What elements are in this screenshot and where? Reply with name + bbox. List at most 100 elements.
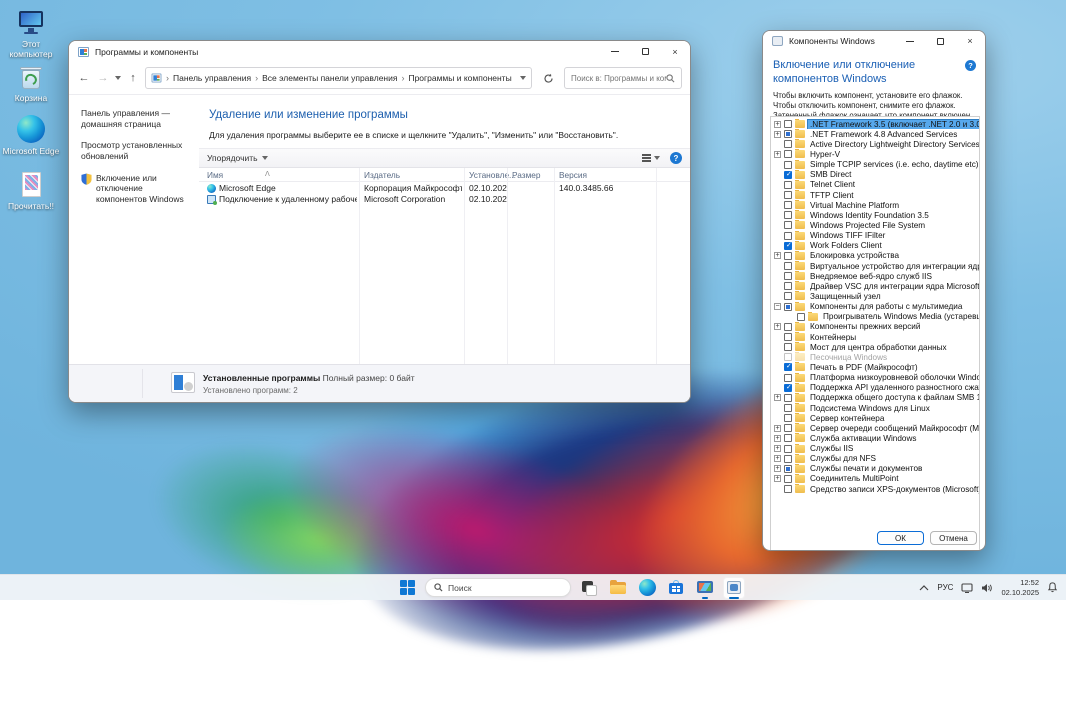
- feature-checkbox[interactable]: [784, 384, 792, 392]
- feature-checkbox[interactable]: [784, 455, 792, 463]
- table-row[interactable]: Microsoft EdgeКорпорация Майкрософт02.10…: [199, 183, 690, 194]
- feature-checkbox[interactable]: [784, 262, 792, 270]
- dialog-maximize-button[interactable]: [925, 31, 955, 51]
- dialog-minimize-button[interactable]: [895, 31, 925, 51]
- sidebar-item-installed-updates[interactable]: Просмотр установленных обновлений: [81, 140, 193, 161]
- feature-checkbox[interactable]: [784, 140, 792, 148]
- tree-item[interactable]: +Песочница Windows: [771, 352, 979, 362]
- tree-item[interactable]: +Подсистема Windows для Linux: [771, 403, 979, 413]
- expand-icon[interactable]: +: [774, 252, 781, 259]
- expand-icon[interactable]: +: [774, 455, 781, 462]
- tree-item[interactable]: +Соединитель MultiPoint: [771, 474, 979, 484]
- feature-checkbox[interactable]: [784, 161, 792, 169]
- breadcrumb-segment[interactable]: Панель управления: [173, 73, 251, 83]
- feature-checkbox[interactable]: [784, 201, 792, 209]
- tree-item[interactable]: +Печать в PDF (Майкрософт): [771, 362, 979, 372]
- breadcrumb-segment[interactable]: Все элементы панели управления: [262, 73, 397, 83]
- ok-button[interactable]: ОК: [877, 531, 924, 545]
- tree-item[interactable]: +Службы для NFS: [771, 454, 979, 464]
- cancel-button[interactable]: Отмена: [930, 531, 977, 545]
- up-button[interactable]: ↑: [126, 72, 140, 84]
- view-mode-chevron-icon[interactable]: [654, 156, 660, 163]
- feature-checkbox[interactable]: [784, 434, 792, 442]
- feature-checkbox[interactable]: [784, 191, 792, 199]
- tree-item[interactable]: +SMB Direct: [771, 170, 979, 180]
- expand-icon[interactable]: +: [774, 445, 781, 452]
- tree-item[interactable]: +Средство записи XPS-документов (Microso…: [771, 484, 979, 494]
- organize-button[interactable]: Упорядочить: [207, 153, 258, 163]
- windows-features-taskbar-button[interactable]: [723, 577, 745, 599]
- column-header-publisher[interactable]: Издатель: [364, 170, 400, 180]
- tree-item[interactable]: +TFTP Client: [771, 190, 979, 200]
- feature-checkbox[interactable]: [784, 343, 792, 351]
- desktop-icon-edge[interactable]: Microsoft Edge: [2, 114, 60, 157]
- feature-checkbox[interactable]: [784, 292, 792, 300]
- dialog-close-button[interactable]: ×: [955, 31, 985, 51]
- forward-button[interactable]: →: [96, 72, 110, 84]
- expand-icon[interactable]: +: [774, 121, 781, 128]
- desktop-icon-readme[interactable]: Прочитать!!: [2, 170, 60, 212]
- feature-checkbox[interactable]: [784, 252, 792, 260]
- expand-icon[interactable]: +: [774, 394, 781, 401]
- tree-item[interactable]: +Telnet Client: [771, 180, 979, 190]
- tree-item[interactable]: −Компоненты для работы с мультимедиа: [771, 302, 979, 312]
- taskbar-search[interactable]: Поиск: [425, 578, 571, 597]
- feature-checkbox[interactable]: [784, 323, 792, 331]
- collapse-icon[interactable]: −: [774, 303, 781, 310]
- tree-item[interactable]: +Windows Projected File System: [771, 220, 979, 230]
- sidebar-item-windows-features[interactable]: Включение или отключение компонентов Win…: [81, 173, 193, 205]
- tree-item[interactable]: +Сервер очереди сообщений Майкрософт (MS…: [771, 423, 979, 433]
- expand-icon[interactable]: +: [774, 475, 781, 482]
- feature-checkbox[interactable]: [784, 363, 792, 371]
- tree-item[interactable]: +Windows Identity Foundation 3.5: [771, 210, 979, 220]
- tray-chevron-up-icon[interactable]: [919, 585, 929, 591]
- column-header-version[interactable]: Версия: [559, 170, 587, 180]
- tree-item[interactable]: +Виртуальное устройство для интеграции я…: [771, 261, 979, 271]
- feature-checkbox[interactable]: [784, 242, 792, 250]
- tree-item[interactable]: +Служба активации Windows: [771, 433, 979, 443]
- table-row[interactable]: Подключение к удаленному рабочему столуM…: [199, 194, 690, 205]
- tree-item[interactable]: +.NET Framework 3.5 (включает .NET 2.0 и…: [771, 119, 979, 129]
- close-button[interactable]: ×: [660, 41, 690, 62]
- expand-icon[interactable]: +: [774, 425, 781, 432]
- minimize-button[interactable]: [600, 41, 630, 62]
- column-header-name[interactable]: Имя: [207, 170, 223, 180]
- tree-item[interactable]: +Защищенный узел: [771, 291, 979, 301]
- feature-checkbox[interactable]: [784, 171, 792, 179]
- expand-icon[interactable]: +: [774, 151, 781, 158]
- tree-item[interactable]: +Сервер контейнера: [771, 413, 979, 423]
- dialog-title-bar[interactable]: Компоненты Windows ×: [763, 31, 985, 51]
- tree-item[interactable]: +Контейнеры: [771, 332, 979, 342]
- address-bar[interactable]: ›Панель управления›Все элементы панели у…: [145, 67, 532, 89]
- feature-checkbox[interactable]: [797, 313, 805, 321]
- feature-checkbox[interactable]: [784, 150, 792, 158]
- feature-checkbox[interactable]: [784, 445, 792, 453]
- feature-checkbox[interactable]: [784, 333, 792, 341]
- expand-icon[interactable]: +: [774, 465, 781, 472]
- expand-icon[interactable]: +: [774, 323, 781, 330]
- tree-item[interactable]: +Драйвер VSC для интеграции ядра Microso…: [771, 281, 979, 291]
- notification-bell-icon[interactable]: [1047, 582, 1058, 593]
- maximize-button[interactable]: [630, 41, 660, 62]
- feature-checkbox[interactable]: [784, 424, 792, 432]
- control-panel-button[interactable]: [694, 577, 716, 599]
- tree-item[interactable]: +Компоненты прежних версий: [771, 322, 979, 332]
- recent-pages-chevron-icon[interactable]: [115, 76, 121, 83]
- volume-icon[interactable]: [981, 583, 993, 593]
- feature-checkbox[interactable]: [784, 414, 792, 422]
- breadcrumb-segment[interactable]: Программы и компоненты: [408, 73, 511, 83]
- task-view-button[interactable]: [578, 577, 600, 599]
- feature-checkbox[interactable]: [784, 374, 792, 382]
- column-header-installed[interactable]: Установле...: [469, 170, 516, 180]
- tree-item[interactable]: +Virtual Machine Platform: [771, 200, 979, 210]
- expand-icon[interactable]: +: [774, 435, 781, 442]
- feature-checkbox[interactable]: [784, 211, 792, 219]
- tree-item[interactable]: +Блокировка устройства: [771, 251, 979, 261]
- feature-checkbox[interactable]: [784, 120, 792, 128]
- store-button[interactable]: [665, 577, 687, 599]
- column-header-size[interactable]: Размер: [512, 170, 541, 180]
- edge-button[interactable]: [636, 577, 658, 599]
- network-icon[interactable]: [961, 583, 973, 593]
- tree-item[interactable]: +Службы IIS: [771, 444, 979, 454]
- tree-item[interactable]: +Simple TCPIP services (i.e. echo, dayti…: [771, 160, 979, 170]
